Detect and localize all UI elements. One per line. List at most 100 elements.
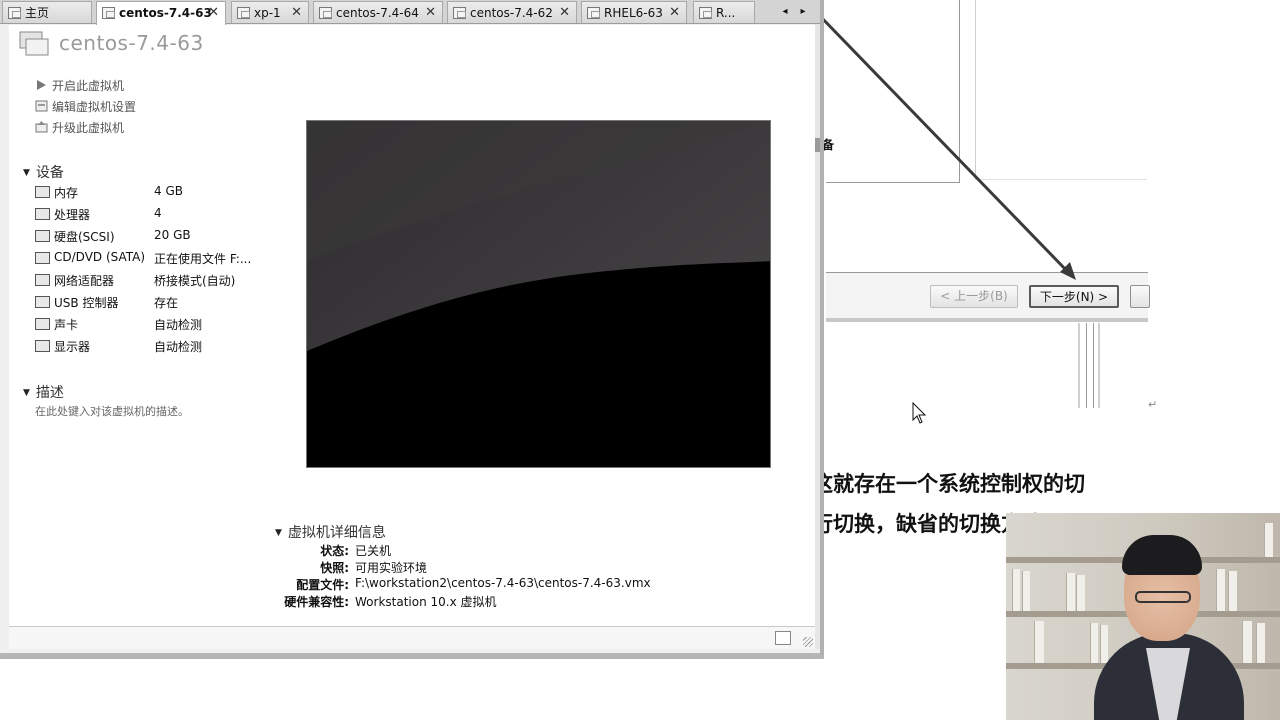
device-name: USB 控制器 [54,296,119,310]
detail-label: 快照: [320,561,349,575]
description-heading: 描述 [35,385,64,401]
vm-tab-icon [102,7,115,19]
presenter-hair [1122,535,1202,575]
detail-value: Workstation 10.x 虚拟机 [355,595,497,609]
tab-strip: 主页 centos-7.4-63 ✕ xp-1 ✕ centos-7.4-64 … [0,0,820,25]
tab-label: centos-7.4-63 [119,6,212,20]
device-name: 硬盘(SCSI) [54,230,115,244]
memory-icon [35,186,50,198]
detail-value: F:\workstation2\centos-7.4-63\centos-7.4… [355,576,651,590]
cancel-button-partial[interactable] [1130,285,1150,308]
device-sound-card[interactable]: 声卡 自动检测 [35,315,275,335]
vm-tab-icon [587,7,600,19]
device-value: 自动检测 [154,318,203,332]
power-on-vm-link[interactable]: 开启此虚拟机 [35,77,124,94]
device-value: 正在使用文件 F:... [154,252,252,266]
detail-hardware-compat: 硬件兼容性: Workstation 10.x 虚拟机 [9,593,809,609]
tab-centos-7-4-63[interactable]: centos-7.4-63 ✕ [96,1,226,25]
upgrade-vm-link[interactable]: 升级此虚拟机 [35,119,124,136]
description-input[interactable]: 在此处键入对该虚拟机的描述。 [35,403,189,419]
close-icon[interactable]: ✕ [208,2,219,24]
description-section-header[interactable]: ▼ 描述 [23,382,64,402]
device-value: 20 GB [154,228,191,242]
preview-wallpaper [307,121,770,467]
scrollbar-thumb[interactable] [815,138,820,152]
device-name: CD/DVD (SATA) [54,250,146,264]
devices-heading: 设备 [35,165,64,181]
device-value: 桥接模式(自动) [154,274,236,288]
device-cd-dvd[interactable]: CD/DVD (SATA) 正在使用文件 F:... [35,249,275,269]
tab-label: 主页 [25,6,50,20]
webcam-overlay [1006,513,1280,720]
vm-tab-icon [319,7,332,19]
wizard-frame [826,0,960,183]
next-step-button[interactable]: 下一步(N) > [1029,285,1119,308]
presenter-glasses [1135,591,1191,603]
tab-label: xp-1 [254,6,281,20]
prev-step-button[interactable]: < 上一步(B) [930,285,1018,308]
paragraph-mark: ↵ [1148,398,1158,411]
detail-value: 已关机 [355,544,392,558]
edit-vm-settings-link[interactable]: 编辑虚拟机设置 [35,98,136,115]
tab-label: centos-7.4-62 [470,6,553,20]
device-memory[interactable]: 内存 4 GB [35,183,275,203]
network-adapter-icon [35,274,50,286]
vm-tab-icon [453,7,466,19]
device-value: 4 [154,206,162,220]
notes-icon[interactable] [775,631,791,645]
detail-label: 状态: [320,544,349,558]
close-icon[interactable]: ✕ [559,2,570,23]
detail-value: 可用实验环境 [355,561,428,575]
close-icon[interactable]: ✕ [425,2,436,23]
tab-home[interactable]: 主页 [2,1,92,23]
sound-card-icon [35,318,50,330]
device-value: 存在 [154,296,179,310]
hard-disk-icon [35,230,50,242]
device-processor[interactable]: 处理器 4 [35,205,275,225]
document-divider-lines [1078,323,1100,408]
detail-state: 状态: 已关机 [9,542,809,558]
devices-section-header[interactable]: ▼ 设备 [23,162,64,182]
tab-centos-7-4-62[interactable]: centos-7.4-62 ✕ [447,1,577,23]
resize-grip-icon[interactable] [803,637,813,647]
device-name: 网络适配器 [54,274,115,288]
tab-r-truncated[interactable]: R... [693,1,755,23]
device-hard-disk[interactable]: 硬盘(SCSI) 20 GB [35,227,275,247]
upgrade-icon [35,121,48,133]
close-icon[interactable]: ✕ [291,2,302,23]
device-name: 显示器 [54,340,91,354]
device-usb-controller[interactable]: USB 控制器 存在 [35,293,275,313]
close-icon[interactable]: ✕ [669,2,680,23]
device-value: 自动检测 [154,340,203,354]
detail-snapshot: 快照: 可用实验环境 [9,559,809,575]
tab-label: R... [716,6,736,20]
tab-label: RHEL6-63 [604,6,663,20]
detail-label: 硬件兼容性: [284,595,349,609]
collapse-triangle-icon: ▼ [23,168,30,178]
detail-config-file: 配置文件: F:\workstation2\centos-7.4-63\cent… [9,576,809,592]
tab-xp-1[interactable]: xp-1 ✕ [231,1,309,23]
tab-scroll-right-icon[interactable]: ▸ [796,2,810,22]
device-name: 声卡 [54,318,79,332]
tab-rhel6-63[interactable]: RHEL6-63 ✕ [581,1,687,23]
document-text-line-1: 这就存在一个系统控制权的切 [812,472,1085,496]
device-display[interactable]: 显示器 自动检测 [35,337,275,357]
device-network-adapter[interactable]: 网络适配器 桥接模式(自动) [35,271,275,291]
collapse-triangle-icon: ▼ [275,528,282,538]
details-heading: 虚拟机详细信息 [287,525,386,541]
vm-title: centos-7.4-63 [59,31,204,55]
wizard-inner-panel [975,0,1147,180]
tab-scroll-left-icon[interactable]: ◂ [778,2,792,22]
vertical-scrollbar[interactable] [815,24,820,649]
detail-label: 配置文件: [296,578,349,592]
tab-centos-7-4-64[interactable]: centos-7.4-64 ✕ [313,1,443,23]
vm-details-section-header[interactable]: ▼ 虚拟机详细信息 [275,522,386,542]
action-label: 编辑虚拟机设置 [52,100,137,114]
vm-tab-icon [699,7,712,19]
vm-screen-preview[interactable] [306,120,771,468]
action-label: 升级此虚拟机 [52,121,125,135]
mouse-cursor-icon [912,401,927,424]
collapse-triangle-icon: ▼ [23,388,30,398]
device-value: 4 GB [154,184,183,198]
vm-tab-icon [237,7,250,19]
